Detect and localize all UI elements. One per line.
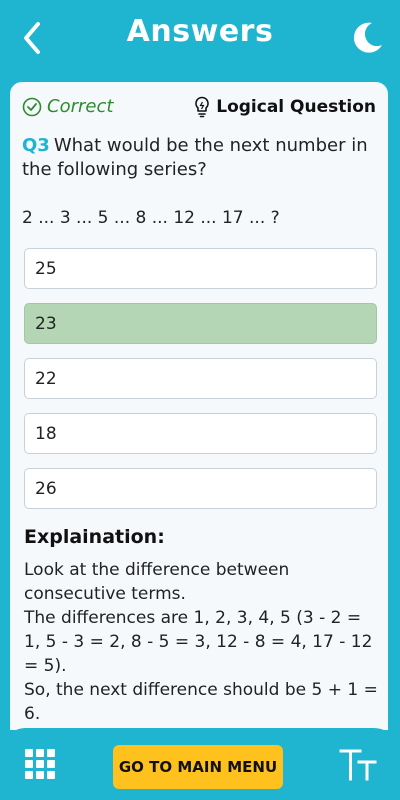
- text-size-icon: [339, 749, 377, 781]
- number-series: 2 ... 3 ... 5 ... 8 ... 12 ... 17 ... ?: [22, 208, 280, 228]
- answer-card: Correct Logical Question Q3 What would be…: [10, 82, 388, 730]
- answer-options: 25 23 22 18 26: [24, 248, 377, 523]
- option-2-selected[interactable]: 23: [24, 303, 377, 344]
- option-5[interactable]: 26: [24, 468, 377, 509]
- page-title: Answers: [126, 14, 274, 49]
- theme-toggle-button[interactable]: [350, 18, 386, 58]
- explanation-body: Look at the difference between consecuti…: [24, 558, 380, 726]
- option-label: 26: [35, 478, 57, 499]
- explanation-line: Look at the difference between consecuti…: [24, 560, 290, 604]
- explanation-line: So, the next difference should be 5 + 1 …: [24, 680, 378, 724]
- moon-icon: [353, 22, 382, 53]
- text-size-button[interactable]: [338, 746, 378, 784]
- question-text-block: Q3 What would be the next number in the f…: [22, 134, 382, 182]
- option-4[interactable]: 18: [24, 413, 377, 454]
- option-1[interactable]: 25: [24, 248, 377, 289]
- grid-icon: [25, 749, 55, 779]
- option-label: 18: [35, 423, 57, 444]
- status-row: Correct Logical Question: [22, 96, 376, 122]
- question-number: Q3: [22, 135, 50, 156]
- bottom-bar: GO TO MAIN MENU: [0, 728, 400, 800]
- explanation-title: Explaination:: [24, 526, 165, 548]
- main-menu-button[interactable]: GO TO MAIN MENU: [113, 745, 283, 789]
- question-category: Logical Question: [194, 96, 376, 118]
- explanation-line: The differences are 1, 2, 3, 4, 5 (3 - 2…: [24, 608, 373, 676]
- check-circle-icon: [22, 97, 42, 116]
- option-label: 22: [35, 368, 57, 389]
- option-3[interactable]: 22: [24, 358, 377, 399]
- option-label: 25: [35, 258, 57, 279]
- result-indicator: Correct: [22, 96, 113, 117]
- question-text: What would be the next number in the fol…: [22, 135, 368, 180]
- category-label: Logical Question: [216, 97, 376, 117]
- grid-menu-button[interactable]: [24, 748, 56, 780]
- option-label: 23: [35, 313, 57, 334]
- result-label: Correct: [47, 96, 114, 117]
- header-bar: Answers: [0, 0, 400, 76]
- lightbulb-icon: [195, 96, 210, 118]
